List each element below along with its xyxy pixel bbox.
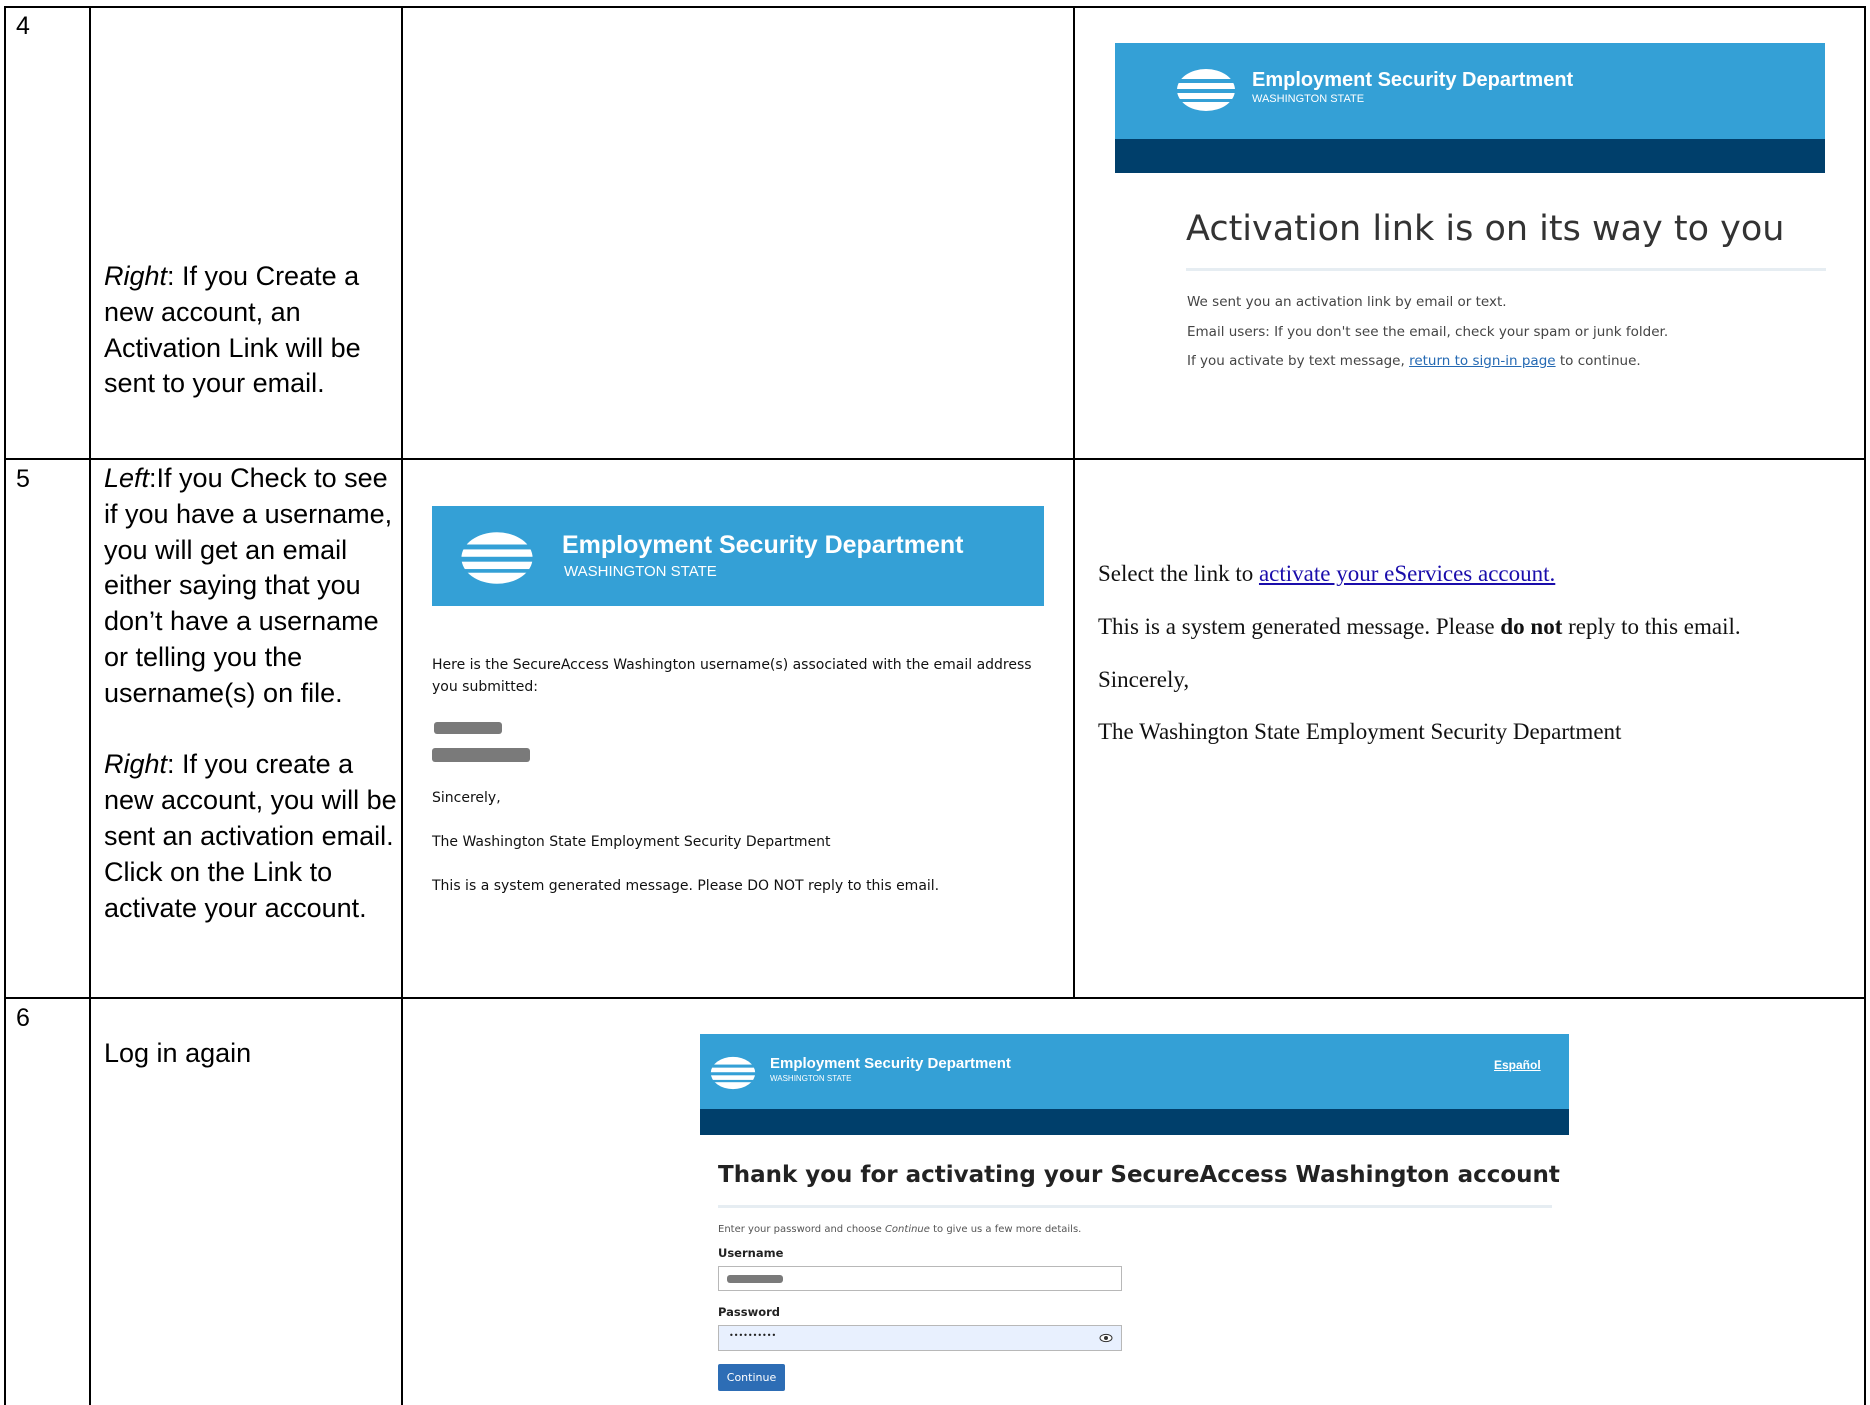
info-line: If you activate by text message, return … bbox=[1187, 353, 1641, 369]
redacted-username bbox=[432, 748, 530, 762]
password-value: •••••••••• bbox=[729, 1331, 777, 1340]
activate-account-link[interactable]: activate your eServices account. bbox=[1259, 561, 1555, 586]
step-number: 4 bbox=[16, 12, 30, 40]
email-closing: Sincerely, bbox=[1098, 667, 1190, 692]
banner-subtitle: WASHINGTON STATE bbox=[1252, 93, 1365, 105]
password-label: Password bbox=[718, 1305, 780, 1319]
username-label: Username bbox=[718, 1246, 784, 1260]
email-signature: The Washington State Employment Security… bbox=[432, 834, 831, 850]
password-field[interactable]: •••••••••• bbox=[718, 1325, 1122, 1351]
banner-strip bbox=[700, 1109, 1569, 1135]
step-description: Left:If you Check to see if you have a u… bbox=[104, 463, 397, 923]
sign-in-link[interactable]: return to sign-in page bbox=[1409, 353, 1556, 369]
banner-strip bbox=[1115, 139, 1825, 173]
esd-logo-icon bbox=[1176, 69, 1236, 111]
banner-title: Employment Security Department bbox=[770, 1055, 1011, 1072]
language-link[interactable]: Español bbox=[1494, 1058, 1541, 1072]
username-field[interactable] bbox=[718, 1266, 1122, 1291]
info-line: Email users: If you don't see the email,… bbox=[1187, 324, 1669, 340]
email-footer: This is a system generated message. Plea… bbox=[432, 878, 940, 894]
step-description: Right: If you Create a new account, an A… bbox=[104, 261, 361, 399]
esd-logo-icon bbox=[460, 532, 534, 584]
page-title: Thank you for activating your SecureAcce… bbox=[718, 1162, 1560, 1188]
divider bbox=[1186, 268, 1826, 271]
page-title: Activation link is on its way to you bbox=[1186, 209, 1785, 249]
email-intro: Here is the SecureAccess Washington user… bbox=[432, 657, 1032, 695]
divider bbox=[718, 1205, 1552, 1208]
banner-title: Employment Security Department bbox=[1252, 69, 1574, 91]
redacted-username bbox=[727, 1275, 783, 1283]
redacted-username bbox=[434, 722, 502, 734]
email-closing: Sincerely, bbox=[432, 790, 501, 806]
info-line: We sent you an activation link by email … bbox=[1187, 294, 1507, 310]
banner-subtitle: WASHINGTON STATE bbox=[564, 563, 717, 580]
step-number: 5 bbox=[16, 465, 30, 493]
banner-title: Employment Security Department bbox=[562, 531, 964, 559]
step-number: 6 bbox=[16, 1004, 30, 1032]
step-description: Log in again bbox=[104, 1038, 252, 1068]
eye-icon[interactable] bbox=[1099, 1333, 1113, 1343]
email-line: Select the link to activate your eServic… bbox=[1098, 561, 1556, 586]
instruction-text: Enter your password and choose Continue … bbox=[718, 1224, 1082, 1235]
banner-subtitle: WASHINGTON STATE bbox=[770, 1074, 852, 1083]
email-line: This is a system generated message. Plea… bbox=[1098, 614, 1741, 639]
esd-logo-icon bbox=[710, 1056, 756, 1090]
continue-button[interactable]: Continue bbox=[718, 1364, 785, 1391]
email-signature: The Washington State Employment Security… bbox=[1098, 719, 1622, 744]
